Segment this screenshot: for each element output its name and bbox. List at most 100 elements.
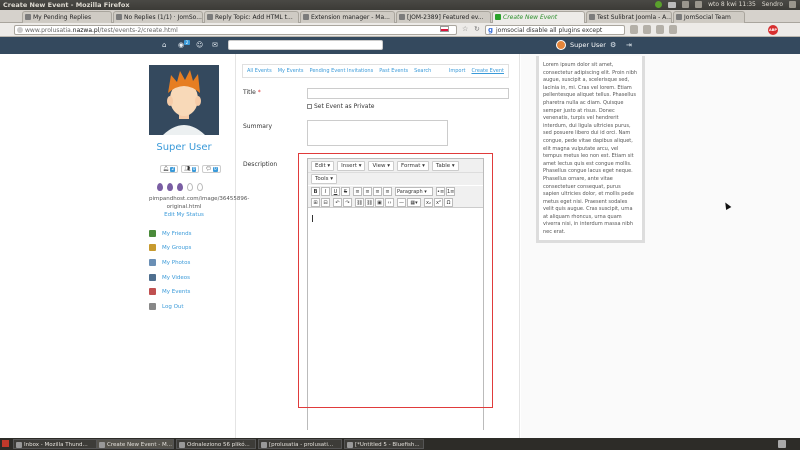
status-icon[interactable] — [655, 1, 663, 8]
menu-log-out[interactable]: Log Out — [149, 303, 184, 310]
browser-tab[interactable]: No Replies (1/1) · JomSo... — [113, 11, 203, 23]
app-icon — [347, 442, 353, 448]
subnav-past-events[interactable]: Past Events — [379, 68, 408, 74]
browser-tab[interactable]: JomSocial Team — [673, 11, 745, 23]
trash-icon[interactable] — [778, 440, 786, 448]
home-icon[interactable] — [630, 25, 638, 34]
show-desktop-icon[interactable] — [2, 440, 9, 447]
summary-label: Summary — [243, 123, 272, 130]
addon-icon[interactable] — [669, 25, 677, 34]
logout-icon — [149, 303, 156, 310]
karma-drop-icon — [167, 183, 173, 191]
browser-tab[interactable]: [JOM-2389] Featured ev... — [396, 11, 491, 23]
session-user[interactable]: Sendro — [762, 1, 783, 8]
title-label: Title * — [243, 89, 261, 96]
browser-tab[interactable]: Extension manager - Ma... — [300, 11, 395, 23]
private-checkbox[interactable] — [307, 104, 312, 109]
taskbar-item[interactable]: [prolusatia - prolusati... — [258, 439, 342, 449]
annotation-highlight-box — [298, 153, 493, 408]
messages-icon[interactable]: ✉ — [212, 41, 218, 49]
description-label: Description — [243, 161, 278, 168]
sidebar-text-module: Lorem ipsum dolor sit amet, consectetur … — [536, 56, 645, 243]
subnav-import[interactable]: Import — [449, 68, 466, 74]
taskbar-item-active[interactable]: Create New Event - M... — [96, 439, 174, 449]
menu-my-friends[interactable]: My Friends — [149, 230, 192, 237]
notification-badge: 2 — [184, 40, 190, 45]
karma-drop-icon — [157, 183, 163, 191]
menu-my-photos[interactable]: My Photos — [149, 259, 190, 266]
google-icon: g — [488, 26, 494, 34]
downloads-icon[interactable] — [643, 25, 651, 34]
photos-icon — [149, 259, 156, 266]
network-icon[interactable] — [682, 1, 690, 8]
favicon-icon — [303, 14, 309, 20]
profile-name[interactable]: Super User — [149, 142, 219, 153]
mail-icon[interactable] — [668, 1, 677, 8]
videos-icon — [149, 274, 156, 281]
notifications-count[interactable]: 🔔︎ 2 — [160, 165, 179, 173]
browser-tab-active[interactable]: Create New Event — [492, 11, 585, 23]
menu-my-groups[interactable]: My Groups — [149, 244, 191, 251]
browser-nav-bar: www.prolusatia.nazwa.pl/test/events-2/cr… — [0, 23, 800, 37]
favicon-icon — [676, 14, 682, 20]
subnav-all-events[interactable]: All Events — [247, 68, 272, 74]
friends-icon[interactable]: ☺ — [196, 41, 203, 49]
browser-tab[interactable]: My Pending Replies — [22, 11, 112, 23]
browser-tab[interactable]: Reply Topic: Add HTML t... — [204, 11, 299, 23]
events-icon — [149, 288, 156, 295]
browser-tab[interactable]: Test Sulibrat Joomla - A... — [586, 11, 672, 23]
url-bar[interactable]: www.prolusatia.nazwa.pl/test/events-2/cr… — [14, 25, 457, 35]
favicon-icon — [399, 14, 405, 20]
subnav-create-event[interactable]: Create Event — [471, 68, 504, 74]
bookmark-star-icon[interactable]: ☆ — [462, 25, 468, 33]
summary-textarea[interactable] — [307, 120, 448, 146]
avatar — [556, 40, 566, 50]
power-icon[interactable] — [789, 1, 796, 8]
reload-icon[interactable]: ↻ — [474, 25, 480, 33]
browser-tab-bar: My Pending Replies No Replies (1/1) · Jo… — [0, 10, 800, 23]
groups-icon — [149, 244, 156, 251]
friends-icon — [149, 230, 156, 237]
menu-my-videos[interactable]: My Videos — [149, 274, 190, 281]
volume-icon[interactable] — [695, 1, 703, 8]
edit-status-link[interactable]: Edit My Status — [149, 212, 219, 218]
favicon-icon — [116, 14, 122, 20]
clock[interactable]: wto 8 kwi 11:35 — [708, 1, 756, 8]
users-icon: 👥︎ — [184, 166, 191, 172]
search-bar[interactable]: g jomsocial disable all plugins except — [485, 25, 625, 35]
window-title: Create New Event - Mozilla Firefox — [3, 1, 130, 9]
logout-icon[interactable]: ⇥ — [626, 41, 632, 49]
subnav-pending-invitations[interactable]: Pending Event Invitations — [310, 68, 374, 74]
private-event-option[interactable]: Set Event as Private — [307, 103, 374, 110]
favicon-icon — [25, 14, 31, 20]
messages-count[interactable]: 💬︎ 0 — [202, 165, 221, 173]
favicon-icon — [207, 14, 213, 20]
taskbar-item[interactable]: [*Untitled 5 - Bluefish... — [344, 439, 424, 449]
karma-drop-icon — [187, 183, 193, 191]
karma-points — [157, 183, 203, 191]
home-icon[interactable]: ⌂ — [162, 41, 166, 49]
title-input[interactable] — [307, 88, 509, 99]
header-user-menu[interactable]: Super User — [556, 40, 606, 50]
subnav-search[interactable]: Search — [414, 68, 431, 74]
favicon-icon — [589, 14, 595, 20]
taskbar-item[interactable]: Inbox - Mozilla Thund... — [13, 439, 99, 449]
adblock-icon[interactable]: ABP — [768, 25, 778, 35]
app-icon — [179, 442, 185, 448]
profile-avatar[interactable] — [149, 65, 219, 135]
taskbar-item[interactable]: Odnaleziono 56 plikó... — [176, 439, 256, 449]
chat-icon: 💬︎ — [205, 166, 212, 172]
site-identity-icon[interactable] — [17, 27, 23, 33]
karma-drop-icon — [177, 183, 183, 191]
addon-icon[interactable] — [656, 25, 664, 34]
site-search-input[interactable] — [228, 40, 383, 50]
flag-icon — [440, 26, 449, 32]
menu-my-events[interactable]: My Events — [149, 288, 190, 295]
subnav-my-events[interactable]: My Events — [278, 68, 304, 74]
friend-requests-count[interactable]: 👥︎ 0 — [181, 165, 200, 173]
site-header: ⌂ ◉ 2 ☺ ✉ Super User ⚙ ⇥ — [0, 37, 800, 54]
app-icon — [16, 442, 22, 448]
app-icon — [261, 442, 267, 448]
gear-icon[interactable]: ⚙ — [610, 41, 616, 49]
bell-icon: 🔔︎ — [163, 166, 170, 172]
